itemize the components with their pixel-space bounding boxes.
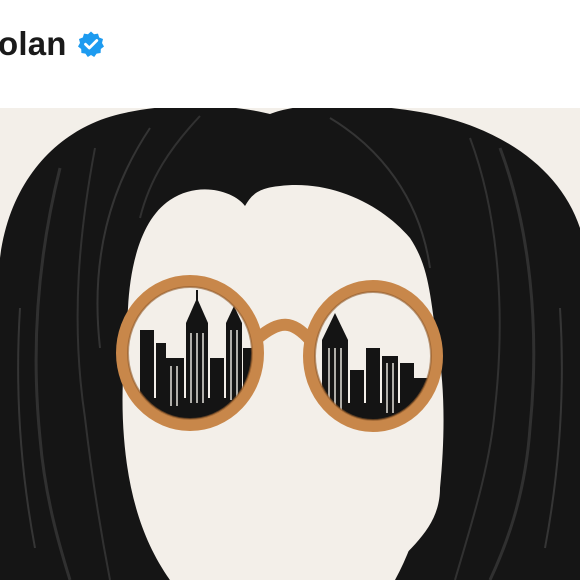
username[interactable]: olan xyxy=(0,25,67,63)
post-image[interactable] xyxy=(0,108,580,580)
hair-shape xyxy=(0,108,580,580)
post-header: olan xyxy=(0,0,580,108)
hair-glasses-city-skyline-illustration xyxy=(0,108,580,580)
verified-badge-icon xyxy=(77,30,105,58)
profile-row[interactable]: olan xyxy=(0,22,105,66)
